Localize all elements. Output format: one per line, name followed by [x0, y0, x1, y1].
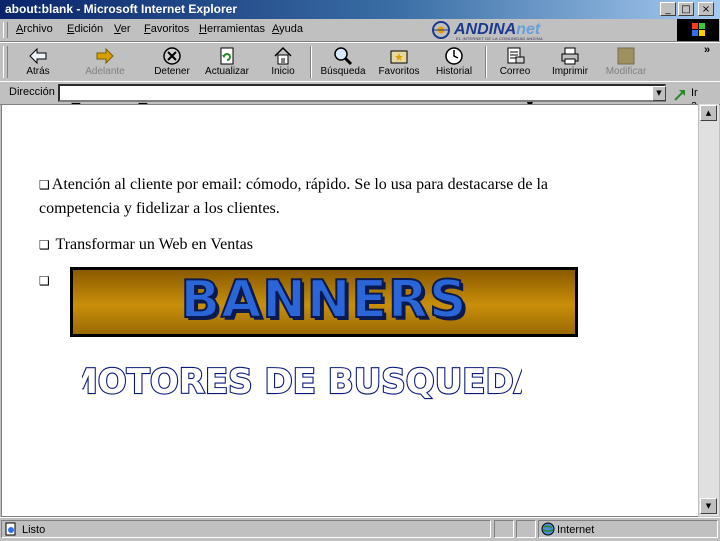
toolbar-more-chevron-icon[interactable]: » — [704, 44, 710, 56]
favorites-label: Favoritos — [378, 66, 420, 77]
edit-icon — [617, 47, 635, 65]
status-zone[interactable]: Internet — [538, 520, 718, 538]
stop-label: Detener — [154, 66, 190, 77]
banners-banner[interactable]: BANNERS — [70, 267, 578, 337]
go-arrow-icon — [674, 90, 685, 101]
menu-ayuda[interactable]: Ayuda — [272, 23, 303, 35]
banners-text: BANNERS — [180, 269, 468, 331]
paragraph-email-text: Atención al cliente por email: cómodo, r… — [39, 176, 549, 217]
paragraph-ventas: ❑ Transformar un Web en Ventas — [39, 233, 599, 257]
menu-ver[interactable]: Ver — [114, 23, 131, 35]
search-button[interactable]: Búsqueda — [318, 43, 368, 81]
windows-logo — [677, 19, 719, 41]
stop-button[interactable]: Detener — [150, 43, 194, 81]
menu-grip[interactable] — [3, 22, 8, 38]
checkbox-bullet-icon: ❑ — [39, 178, 50, 192]
search-label: Búsqueda — [320, 66, 366, 77]
back-label: Atrás — [26, 66, 50, 77]
status-bar: Listo Internet — [0, 517, 720, 541]
minimize-button[interactable]: _ — [660, 2, 676, 16]
refresh-button[interactable]: Actualizar — [202, 43, 252, 81]
motores-text: MOTORES DE BUSQUEDA — [82, 362, 522, 402]
history-label: Historial — [435, 66, 473, 77]
forward-icon — [96, 47, 114, 65]
checkbox-bullet-icon: ❑ — [39, 274, 50, 288]
zone-label: Internet — [557, 524, 595, 536]
paragraph-email: ❑ Atención al cliente por email: cómodo, … — [39, 173, 599, 221]
close-button[interactable]: × — [698, 2, 714, 16]
refresh-icon — [220, 47, 234, 65]
windows-flag-icon — [692, 23, 705, 36]
status-cell — [494, 520, 514, 538]
status-main: Listo — [1, 520, 491, 538]
menu-herramientas[interactable]: Herramientas — [199, 23, 265, 35]
vertical-scrollbar[interactable]: ▲ ▼ — [698, 104, 719, 516]
back-icon — [29, 47, 47, 65]
mail-label: Correo — [499, 66, 531, 77]
maximize-button[interactable]: □ — [678, 2, 694, 16]
address-bar: Dirección ▼ Ir a — [0, 81, 720, 111]
forward-label: Adelante — [85, 66, 125, 77]
refresh-label: Actualizar — [205, 66, 249, 77]
status-cell — [516, 520, 536, 538]
brand-tagline: EL INTERNET DE LA COMUNIDAD ANDINA — [456, 36, 543, 41]
favorites-icon — [390, 50, 408, 64]
andinanet-logo[interactable]: ANDINAnet EL INTERNET DE LA COMUNIDAD AN… — [430, 19, 550, 41]
globe-icon — [541, 522, 555, 536]
home-icon — [274, 46, 292, 65]
edit-button[interactable]: Modificar — [600, 43, 652, 81]
andinanet-logo-icon — [432, 21, 450, 39]
title-bar: about:blank - Microsoft Internet Explore… — [0, 0, 720, 19]
forward-button[interactable]: Adelante — [82, 43, 128, 81]
toolbar-separator — [310, 46, 312, 78]
mail-button[interactable]: Correo — [494, 43, 536, 81]
search-icon — [334, 47, 353, 66]
paragraph-banner-bullet: ❑ — [39, 269, 59, 293]
menu-archivo[interactable]: Archivo — [16, 23, 53, 35]
edit-label: Modificar — [605, 66, 647, 77]
history-icon — [445, 47, 463, 65]
page-content: ❑ Atención al cliente por email: cómodo, … — [1, 104, 698, 517]
home-button[interactable]: Inicio — [265, 43, 301, 81]
paragraph-ventas-text: Transformar un Web en Ventas — [55, 236, 253, 253]
window-title: about:blank - Microsoft Internet Explore… — [5, 2, 238, 16]
address-dropdown-icon[interactable]: ▼ — [652, 86, 666, 101]
back-button[interactable]: Atrás — [18, 43, 58, 81]
scroll-up-icon[interactable]: ▲ — [700, 105, 717, 121]
standard-toolbar: Atrás ▼ Adelante ▼ Detener Actualizar In… — [0, 42, 720, 118]
address-label: Dirección — [9, 86, 55, 98]
toolbar-grip[interactable] — [3, 46, 8, 78]
print-label: Imprimir — [551, 66, 589, 77]
stop-icon — [163, 47, 181, 65]
address-input[interactable] — [58, 84, 666, 102]
motores-de-busqueda-heading: MOTORES DE BUSQUEDA — [82, 361, 522, 403]
history-button[interactable]: Historial — [432, 43, 476, 81]
checkbox-bullet-icon: ❑ — [39, 238, 50, 252]
scroll-down-icon[interactable]: ▼ — [700, 498, 717, 514]
print-button[interactable]: Imprimir — [548, 43, 592, 81]
toolbar-separator — [485, 46, 487, 78]
favorites-button[interactable]: Favoritos — [376, 43, 422, 81]
menu-favoritos[interactable]: Favoritos — [144, 23, 189, 35]
print-icon — [561, 47, 579, 65]
mail-icon — [507, 47, 525, 64]
menu-bar: Archivo Edición Ver Favoritos Herramient… — [0, 19, 720, 42]
home-label: Inicio — [271, 66, 295, 77]
menu-edicion[interactable]: Edición — [67, 23, 103, 35]
page-icon — [5, 522, 16, 536]
status-text: Listo — [22, 524, 46, 536]
